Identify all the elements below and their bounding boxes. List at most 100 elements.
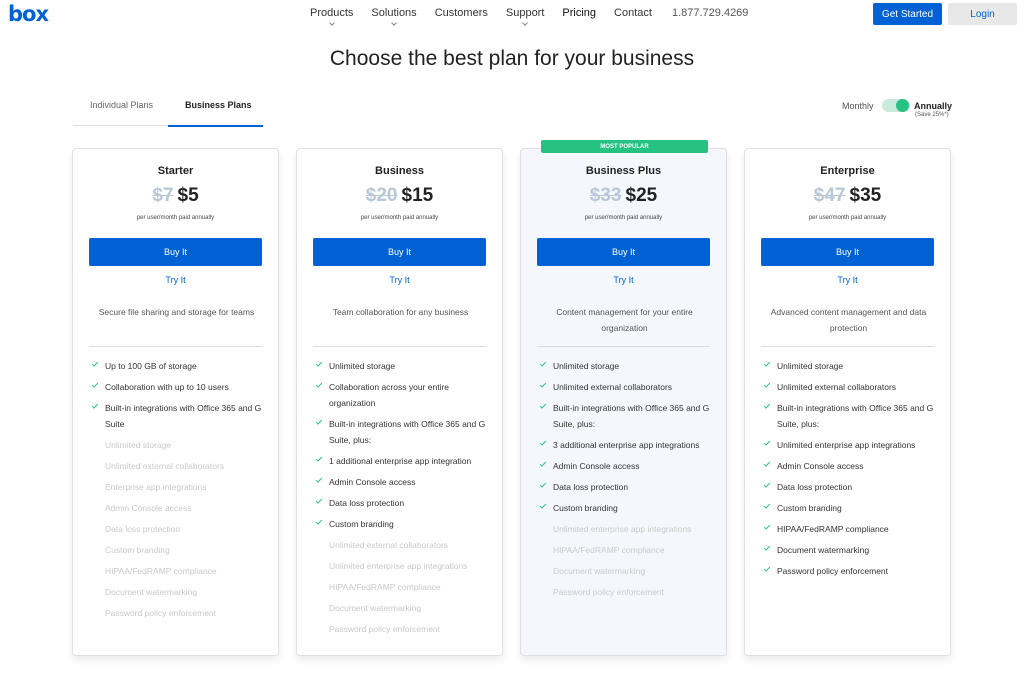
feature-text: Document watermarking bbox=[553, 566, 646, 576]
feature-item: Document watermarking bbox=[539, 563, 719, 579]
nav-item-pricing[interactable]: Pricing bbox=[562, 7, 596, 19]
plan-description: Content management for your entire organ… bbox=[556, 307, 693, 333]
chevron-down-icon bbox=[328, 20, 335, 26]
feature-text: Enterprise app integrations bbox=[105, 482, 207, 492]
feature-item: Collaboration with up to 10 users bbox=[91, 379, 271, 395]
feature-item: Document watermarking bbox=[315, 600, 495, 616]
check-icon bbox=[315, 518, 323, 525]
current-price: $25 bbox=[625, 185, 658, 206]
feature-text: Built-in integrations with Office 365 an… bbox=[329, 419, 486, 445]
feature-item: Custom branding bbox=[91, 542, 271, 558]
tab-business-plans[interactable]: Business Plans bbox=[185, 100, 252, 110]
plan-name: Enterprise bbox=[820, 165, 875, 177]
current-price: $5 bbox=[177, 185, 199, 206]
feature-text: Document watermarking bbox=[777, 545, 870, 555]
plan-description: Secure file sharing and storage for team… bbox=[98, 307, 255, 317]
get-started-button[interactable]: Get Started bbox=[873, 3, 942, 25]
feature-list: Unlimited storage Unlimited external coll… bbox=[763, 358, 943, 584]
check-icon bbox=[763, 460, 771, 467]
feature-item: Data loss protection bbox=[315, 495, 495, 511]
feature-item: Unlimited enterprise app integrations bbox=[763, 437, 943, 453]
page-title: Choose the best plan for your business bbox=[329, 47, 695, 70]
feature-item: Collaboration across your entire organiz… bbox=[315, 379, 495, 411]
box-logo[interactable]: box bbox=[8, 2, 49, 26]
try-it-link[interactable]: Try It bbox=[521, 275, 726, 285]
feature-item: Custom branding bbox=[763, 500, 943, 516]
feature-item: Document watermarking bbox=[91, 584, 271, 600]
plan-name: Business bbox=[375, 165, 424, 177]
buy-it-button[interactable]: Buy It bbox=[313, 238, 486, 266]
nav-item-customers[interactable]: Customers bbox=[435, 7, 488, 19]
feature-item: Built-in integrations with Office 365 an… bbox=[315, 416, 495, 448]
feature-item: Unlimited external collaborators bbox=[315, 537, 495, 553]
nav-item-solutions[interactable]: Solutions bbox=[371, 7, 417, 26]
check-icon bbox=[91, 402, 99, 409]
feature-text: Password policy enforcement bbox=[553, 587, 665, 597]
nav-item-1-877-729-4269[interactable]: 1.877.729.4269 bbox=[672, 7, 748, 19]
feature-text: Collaboration across your entire organiz… bbox=[329, 382, 450, 408]
check-icon bbox=[763, 360, 771, 367]
nav-item-support[interactable]: Support bbox=[506, 7, 544, 26]
billing-note: per user/month paid annually bbox=[360, 215, 439, 221]
login-button[interactable]: Login bbox=[948, 3, 1017, 25]
feature-item: Document watermarking bbox=[763, 542, 943, 558]
feature-item: Enterprise app integrations bbox=[91, 479, 271, 495]
feature-list: Unlimited storage Unlimited external coll… bbox=[539, 358, 719, 605]
check-icon bbox=[763, 502, 771, 509]
main-menu: Products Solutions Customers Support Pricing… bbox=[310, 7, 766, 26]
feature-text: Custom branding bbox=[553, 503, 618, 513]
feature-item: Unlimited storage bbox=[91, 437, 271, 453]
check-icon bbox=[763, 481, 771, 488]
feature-item: HIPAA/FedRAMP compliance bbox=[763, 521, 943, 537]
buy-it-button[interactable]: Buy It bbox=[761, 238, 934, 266]
divider bbox=[313, 346, 486, 347]
annually-label[interactable]: Annually bbox=[914, 101, 952, 111]
feature-item: Password policy enforcement bbox=[315, 621, 495, 637]
feature-text: Unlimited storage bbox=[105, 440, 172, 450]
check-icon bbox=[763, 402, 771, 409]
monthly-label[interactable]: Monthly bbox=[842, 101, 874, 111]
try-it-link[interactable]: Try It bbox=[73, 275, 278, 285]
feature-text: Data loss protection bbox=[553, 482, 629, 492]
feature-item: Password policy enforcement bbox=[763, 563, 943, 579]
top-nav: box Products Solutions Customers Support Pri… bbox=[0, 0, 1024, 30]
divider bbox=[89, 346, 262, 347]
feature-item: Unlimited external collaborators bbox=[91, 458, 271, 474]
check-icon bbox=[539, 481, 547, 488]
check-icon bbox=[315, 455, 323, 462]
buy-it-button[interactable]: Buy It bbox=[89, 238, 262, 266]
feature-item: HIPAA/FedRAMP compliance bbox=[91, 563, 271, 579]
feature-text: Unlimited external collaborators bbox=[553, 382, 673, 392]
feature-text: Admin Console access bbox=[329, 477, 416, 487]
feature-item: Custom branding bbox=[315, 516, 495, 532]
feature-text: HIPAA/FedRAMP compliance bbox=[105, 566, 217, 576]
billing-toggle-switch[interactable] bbox=[882, 99, 910, 112]
buy-it-button[interactable]: Buy It bbox=[537, 238, 710, 266]
feature-text: Unlimited enterprise app integrations bbox=[329, 561, 468, 571]
chevron-down-icon bbox=[391, 20, 397, 26]
feature-item: Admin Console access bbox=[539, 458, 719, 474]
nav-item-contact[interactable]: Contact bbox=[614, 7, 652, 19]
feature-text: HIPAA/FedRAMP compliance bbox=[553, 545, 665, 555]
feature-text: HIPAA/FedRAMP compliance bbox=[777, 524, 889, 534]
current-price: $15 bbox=[401, 185, 434, 206]
check-icon bbox=[763, 439, 771, 446]
feature-item: Unlimited enterprise app integrations bbox=[315, 558, 495, 574]
feature-text: Unlimited external collaborators bbox=[105, 461, 225, 471]
feature-text: Built-in integrations with Office 365 an… bbox=[553, 403, 710, 429]
billing-note: per user/month paid annually bbox=[808, 215, 887, 221]
try-it-link[interactable]: Try It bbox=[745, 275, 950, 285]
nav-item-products[interactable]: Products bbox=[310, 7, 353, 26]
check-icon bbox=[763, 544, 771, 551]
feature-item: Up to 100 GB of storage bbox=[91, 358, 271, 374]
check-icon bbox=[539, 381, 547, 388]
check-icon bbox=[539, 402, 547, 409]
feature-item: Password policy enforcement bbox=[91, 605, 271, 621]
feature-text: Unlimited storage bbox=[553, 361, 620, 371]
tab-individual-plans[interactable]: Individual Plans bbox=[90, 100, 153, 110]
try-it-link[interactable]: Try It bbox=[297, 275, 502, 285]
feature-text: HIPAA/FedRAMP compliance bbox=[329, 582, 441, 592]
feature-item: Unlimited storage bbox=[763, 358, 943, 374]
feature-text: Password policy enforcement bbox=[777, 566, 889, 576]
check-icon bbox=[315, 476, 323, 483]
